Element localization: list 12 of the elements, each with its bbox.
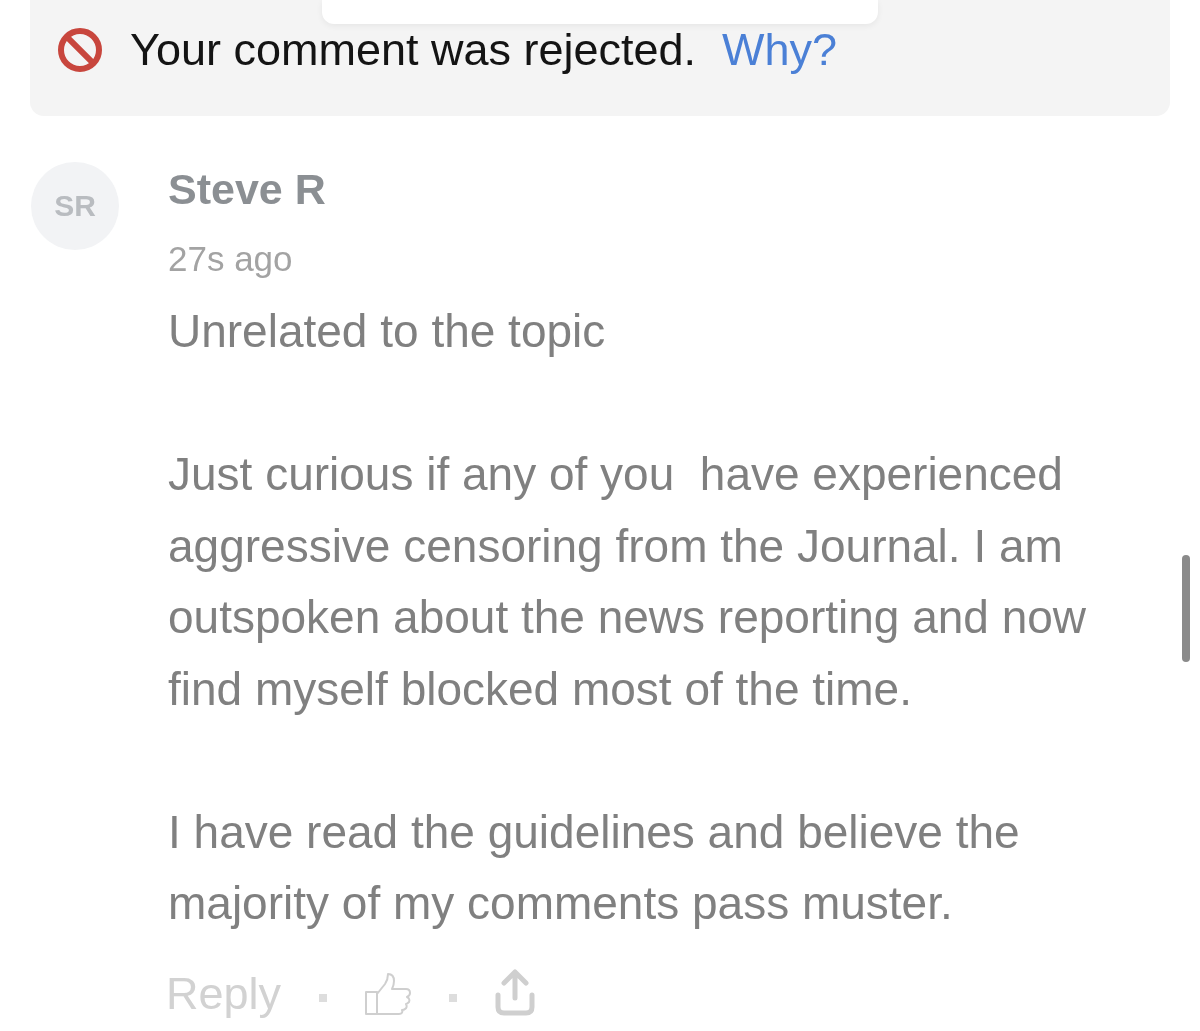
why-link[interactable]: Why? [722,22,838,78]
rejection-message: Your comment was rejected. [130,23,697,77]
thumbs-up-icon[interactable] [365,972,412,1015]
avatar-initials: SR [31,162,119,250]
prohibited-icon [57,27,103,73]
comment-paragraph: Just curious if any of you have experienced aggressive censoring from the Journal. I am outspoken about the news reporting and now find myself blocked most of the time. [168,447,1088,717]
author-name: Steve R [168,164,326,214]
comment-paragraph: Unrelated to the topic [168,304,607,359]
scrollbar-thumb[interactable] [1182,555,1190,662]
comment-paragraph: I have read the guidelines and believe the majority of my comments pass muster. [168,804,1021,931]
share-icon[interactable] [495,967,536,1016]
comment-time: 27s ago [168,238,293,280]
